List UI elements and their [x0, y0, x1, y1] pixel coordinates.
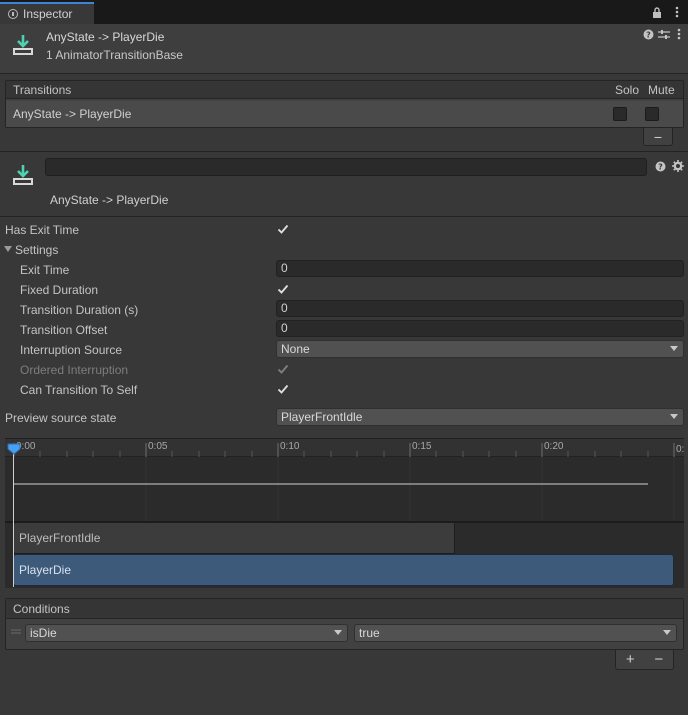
condition-row: isDie true [6, 621, 683, 647]
interruption-source-dropdown[interactable]: None [276, 340, 684, 358]
info-icon [8, 9, 18, 19]
destination-state-bar[interactable]: PlayerDie [13, 554, 674, 586]
ruler-ticks [13, 443, 675, 457]
presets-icon[interactable] [658, 28, 670, 40]
drag-handle-icon[interactable] [11, 629, 21, 634]
exit-time-label: Exit Time [20, 263, 70, 277]
header-subtitle: 1 AnimatorTransitionBase [46, 48, 183, 62]
preview-source-state-label: Preview source state [5, 411, 117, 425]
ordered-interruption-label: Ordered Interruption [20, 363, 129, 377]
inspector-header: AnyState -> PlayerDie 1 AnimatorTransiti… [0, 24, 688, 74]
transition-detail-label: AnyState -> PlayerDie [50, 193, 169, 207]
playhead-line [13, 449, 14, 587]
kebab-menu-icon[interactable] [670, 5, 684, 19]
transitions-header-label: Transitions [13, 83, 72, 97]
add-condition-button[interactable]: + [626, 651, 635, 668]
condition-parameter-dropdown[interactable]: isDie [25, 624, 348, 642]
solo-header-label: Solo [615, 83, 640, 97]
tick-label: 0:25 [676, 444, 684, 455]
has-exit-time-label: Has Exit Time [5, 223, 80, 237]
can-transition-to-self-label: Can Transition To Self [20, 383, 138, 397]
tab-bar: Inspector [0, 0, 688, 24]
condition-value-dropdown[interactable]: true [354, 624, 677, 642]
chevron-down-icon [670, 346, 678, 351]
source-state-bar[interactable]: PlayerFrontIdle [13, 522, 455, 554]
timeline-ruler: 0:00 0:05 0:10 0:15 0:20 0:25 [5, 439, 684, 457]
foldout-arrow-icon [4, 246, 12, 252]
transitions-list: Transitions Solo Mute AnyState -> Player… [5, 80, 684, 128]
transition-name-field[interactable] [45, 158, 647, 176]
tick-label: 0:05 [148, 441, 168, 452]
help-icon[interactable]: ? [654, 160, 666, 172]
lock-icon[interactable] [650, 5, 664, 19]
tick-label: 0:15 [412, 441, 432, 452]
mute-header-label: Mute [648, 83, 675, 97]
conditions-header-label: Conditions [13, 602, 70, 616]
svg-text:?: ? [658, 162, 663, 171]
exit-time-field[interactable]: 0 [276, 260, 684, 277]
help-icon[interactable]: ? [642, 28, 654, 40]
remove-transition-button[interactable]: − [643, 128, 673, 146]
transition-offset-label: Transition Offset [20, 323, 108, 337]
transition-duration-field[interactable]: 0 [276, 300, 684, 317]
transition-offset-field[interactable]: 0 [276, 320, 684, 337]
divider [0, 151, 688, 152]
chevron-down-icon [670, 414, 678, 419]
transition-icon [12, 34, 34, 56]
solo-checkbox[interactable] [613, 107, 627, 121]
transition-icon [12, 164, 34, 186]
gear-icon[interactable] [671, 159, 684, 172]
tab-label: Inspector [23, 7, 73, 21]
settings-foldout[interactable] [4, 246, 12, 252]
svg-text:?: ? [646, 30, 651, 39]
transition-row[interactable]: AnyState -> PlayerDie [6, 101, 683, 127]
kebab-menu-icon[interactable] [674, 28, 684, 40]
playhead-marker-icon[interactable] [7, 443, 21, 455]
preview-source-state-dropdown[interactable]: PlayerFrontIdle [276, 408, 684, 426]
chevron-down-icon [663, 630, 671, 635]
tab-inspector[interactable]: Inspector [0, 2, 94, 24]
timeline-grid [14, 457, 675, 521]
fixed-duration-label: Fixed Duration [20, 283, 99, 297]
fixed-duration-checkbox[interactable] [277, 283, 289, 295]
divider [0, 216, 688, 217]
transitions-header: Transitions Solo Mute [6, 81, 683, 99]
transition-row-label: AnyState -> PlayerDie [13, 107, 132, 121]
settings-label[interactable]: Settings [15, 243, 58, 257]
tick-label-clip: 0:25 [676, 441, 684, 455]
can-transition-to-self-checkbox[interactable] [277, 383, 289, 395]
tick-label: 0:20 [544, 441, 564, 452]
condition-add-remove: + − [615, 650, 674, 670]
tick-label: 0:10 [280, 441, 300, 452]
header-title: AnyState -> PlayerDie [46, 30, 165, 44]
mute-checkbox[interactable] [645, 107, 659, 121]
chevron-down-icon [334, 630, 342, 635]
ordered-interruption-checkbox [277, 363, 289, 375]
remove-condition-button[interactable]: − [654, 651, 663, 668]
transition-timeline[interactable]: 0:00 0:05 0:10 0:15 0:20 0:25 PlayerFron… [5, 438, 684, 588]
transition-duration-label: Transition Duration (s) [20, 303, 139, 317]
interruption-source-label: Interruption Source [20, 343, 123, 357]
conditions-list: Conditions isDie true [5, 598, 684, 650]
has-exit-time-checkbox[interactable] [277, 223, 289, 235]
conditions-header: Conditions [6, 599, 683, 619]
